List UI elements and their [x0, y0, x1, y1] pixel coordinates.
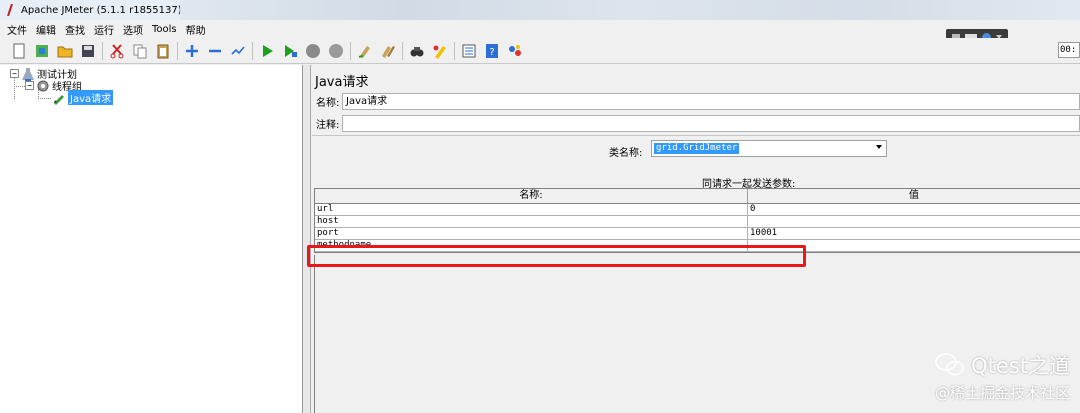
classname-selected-value: grid.GridJmeter — [654, 143, 740, 154]
section-divider — [312, 135, 1080, 136]
column-header-value[interactable]: 值 — [748, 189, 1080, 203]
comment-field[interactable] — [342, 114, 1080, 132]
param-name-cell[interactable]: port — [315, 228, 748, 239]
new-icon[interactable] — [10, 42, 28, 60]
tree-connector — [38, 98, 51, 99]
tree-toggle[interactable]: − — [25, 81, 34, 90]
test-plan-tree: − 测试计划 − 线程组 Java请求 — [0, 65, 303, 413]
cut-icon[interactable] — [108, 42, 126, 60]
window-title: Apache JMeter (5.1.1 r1855137) — [21, 4, 182, 16]
sampler-pencil-icon — [52, 91, 66, 105]
param-value-cell[interactable]: 10001 — [748, 228, 1080, 239]
tree-item-label: Java请求 — [68, 90, 114, 105]
classname-select[interactable]: grid.GridJmeter — [651, 140, 887, 157]
tree-toggle[interactable]: − — [10, 69, 19, 78]
menu-edit[interactable]: 编辑 — [35, 22, 57, 37]
pane-splitter[interactable] — [303, 65, 311, 413]
toolbar-separator — [350, 41, 351, 60]
menu-search[interactable]: 查找 — [64, 22, 86, 37]
params-table: 名称: 值 url 0 host port 10001 methodname — [314, 188, 1080, 253]
start-icon[interactable] — [258, 42, 276, 60]
wechat-logo-icon — [935, 353, 964, 376]
column-header-name[interactable]: 名称: — [315, 189, 748, 203]
thread-group-gear-icon — [36, 79, 50, 93]
search-icon[interactable] — [408, 42, 426, 60]
name-field[interactable]: Java请求 — [342, 92, 1080, 110]
menu-bar: 文件 编辑 查找 运行 选项 Tools 帮助 — [0, 20, 1080, 38]
param-value-cell[interactable]: 0 — [748, 204, 1080, 215]
panel-title: Java请求 — [315, 75, 369, 90]
stop-icon[interactable] — [304, 42, 322, 60]
table-row[interactable]: host — [315, 216, 1080, 228]
toolbar-separator — [252, 41, 253, 60]
param-value-cell[interactable] — [748, 216, 1080, 227]
collapse-icon[interactable] — [206, 42, 224, 60]
blurred-background-taskbar — [180, 0, 1080, 20]
watermark-brand-text: Qtest之道 — [971, 354, 1070, 378]
save-icon[interactable] — [79, 42, 97, 60]
tree-item-java-request[interactable]: Java请求 — [52, 90, 114, 105]
param-name-cell[interactable]: url — [315, 204, 748, 215]
toolbar-separator — [402, 41, 403, 60]
jmeter-logo-icon — [4, 4, 16, 16]
toggle-icon[interactable] — [229, 42, 247, 60]
name-row: 名称: Java请求 — [312, 92, 1080, 110]
expand-icon[interactable] — [183, 42, 201, 60]
toolbar-separator — [454, 41, 455, 60]
toolbar-separator — [177, 41, 178, 60]
chevron-down-icon — [876, 145, 882, 149]
comment-row: 注释: — [312, 114, 1080, 132]
menu-run[interactable]: 运行 — [93, 22, 115, 37]
classname-label: 类名称: — [609, 148, 643, 159]
red-highlight-annotation — [307, 245, 806, 267]
table-row[interactable]: port 10001 — [315, 228, 1080, 240]
paste-icon[interactable] — [154, 42, 172, 60]
menu-file[interactable]: 文件 — [6, 22, 28, 37]
comment-label: 注释: — [316, 119, 340, 131]
watermark: Qtest之道 @稀土掘金技术社区 — [935, 350, 1070, 403]
reset-search-icon[interactable] — [431, 42, 449, 60]
remote-icon[interactable] — [506, 42, 524, 60]
menu-help[interactable]: 帮助 — [185, 22, 207, 37]
param-name-cell[interactable]: host — [315, 216, 748, 227]
menu-tools[interactable]: Tools — [151, 24, 178, 35]
shutdown-icon[interactable] — [327, 42, 345, 60]
name-label: 名称: — [316, 97, 340, 109]
function-helper-icon[interactable] — [460, 42, 478, 60]
elapsed-timer: 00: — [1058, 42, 1080, 58]
start-no-pause-icon[interactable] — [281, 42, 299, 60]
svg-text:?: ? — [489, 47, 494, 58]
toolbar-separator — [102, 41, 103, 60]
templates-icon[interactable] — [33, 42, 51, 60]
help-icon[interactable]: ? — [483, 42, 501, 60]
open-icon[interactable] — [56, 42, 74, 60]
title-bar: Apache JMeter (5.1.1 r1855137) — [0, 0, 1080, 20]
clear-all-icon[interactable] — [379, 42, 397, 60]
toolbar: ? — [0, 38, 1080, 64]
menu-options[interactable]: 选项 — [122, 22, 144, 37]
copy-icon[interactable] — [131, 42, 149, 60]
watermark-brand: Qtest之道 — [935, 350, 1070, 380]
table-header: 名称: 值 — [315, 189, 1080, 204]
clear-icon[interactable] — [356, 42, 374, 60]
table-row[interactable]: url 0 — [315, 204, 1080, 216]
watermark-sub: @稀土掘金技术社区 — [934, 384, 1070, 402]
